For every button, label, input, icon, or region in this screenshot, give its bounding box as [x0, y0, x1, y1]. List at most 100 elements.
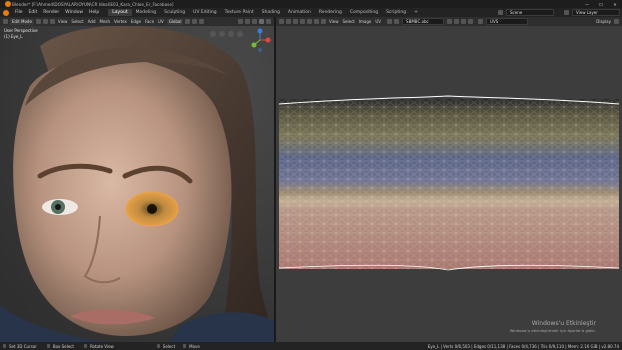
active-object-label: (1) Eye_L [4, 34, 23, 39]
view-layer-field[interactable]: View Layer [572, 9, 620, 16]
pivot-icon[interactable] [185, 19, 191, 24]
menu-window[interactable]: Window [62, 10, 86, 15]
activation-watermark-subtitle: Windows'u etkinleştirmek için Ayarlar'a … [509, 328, 596, 333]
blender-menu-icon[interactable] [3, 9, 9, 16]
perspective-label: User Perspective [4, 28, 38, 33]
window-title: Blender* [F:\Ahmed\DOSYALAR\OYUN\CR Idea… [12, 1, 174, 7]
menu-view-3d[interactable]: View [56, 19, 70, 24]
minimize-button[interactable]: — [580, 2, 594, 7]
3d-viewport[interactable]: User Perspective (1) Eye_L [0, 26, 274, 342]
shading-material-icon[interactable] [259, 19, 264, 24]
tab-texture-paint[interactable]: Texture Paint [221, 9, 258, 16]
maximize-button[interactable]: ☐ [594, 2, 608, 7]
camera-view-icon [210, 31, 216, 37]
uv-sync-icon[interactable] [286, 19, 291, 24]
activation-watermark-title: Windows'u Etkinleştir [531, 320, 596, 327]
uv-channels-icon[interactable] [614, 19, 619, 24]
uv-face-select-icon[interactable] [307, 19, 312, 24]
menu-select-3d[interactable]: Select [69, 19, 85, 24]
status-hint-move: Move [189, 343, 200, 349]
uv-menu-view[interactable]: View [327, 19, 341, 24]
shading-rendered-icon[interactable] [266, 19, 271, 24]
uv-edge-select-icon[interactable] [300, 19, 305, 24]
status-bar: Set 3D Cursor Box Select Rotate View Sel… [0, 342, 622, 350]
scene-icon [498, 10, 503, 15]
axis-x-icon [265, 37, 271, 43]
image-new-icon[interactable] [454, 19, 460, 24]
menu-help[interactable]: Help [86, 10, 102, 15]
uv-editor-type-icon[interactable] [279, 19, 284, 24]
overlay-icon[interactable] [238, 19, 243, 24]
uv-vertex-select-icon[interactable] [293, 19, 298, 24]
xray-icon[interactable] [245, 19, 250, 24]
view-layer-icon [564, 10, 569, 15]
tab-layout[interactable]: Layout [108, 9, 132, 16]
vertex-select-icon[interactable] [35, 19, 41, 24]
pan-icon [228, 31, 234, 37]
axis-y-icon [251, 42, 257, 48]
shading-solid-icon[interactable] [252, 19, 257, 24]
scene-selector-group: Scene View Layer [497, 8, 622, 17]
status-hint-cursor: Set 3D Cursor [9, 343, 37, 349]
uv-menu-select[interactable]: Select [341, 19, 357, 24]
uv-menu-uv[interactable]: UV [373, 19, 383, 24]
menu-uv-3d[interactable]: UV [156, 19, 166, 24]
mode-dropdown[interactable]: Edit Mode [10, 18, 34, 25]
image-selector[interactable]: SBMBC.abc [402, 18, 445, 25]
perspective-toggle-icon [237, 31, 243, 37]
face-render [0, 26, 274, 342]
status-hint-select: Select [162, 343, 176, 349]
menu-add-3d[interactable]: Add [86, 19, 98, 24]
axis-z-icon [257, 28, 263, 34]
navigation-gizmo[interactable] [210, 28, 274, 54]
uv-map-selector[interactable]: UVS [486, 18, 529, 25]
blender-logo-icon [5, 1, 11, 7]
scene-field[interactable]: Scene [506, 9, 554, 16]
tab-compositing[interactable]: Compositing [346, 9, 382, 16]
image-close-icon[interactable] [461, 19, 467, 24]
status-hint-rotate: Rotate View [89, 343, 114, 349]
uv-snap-icon[interactable] [394, 19, 400, 24]
close-button[interactable]: ✕ [608, 2, 622, 7]
mouse-left-icon [3, 344, 6, 348]
viewport-header: Edit Mode View Select Add Mesh Vertex Ed… [0, 17, 274, 26]
title-bar: Blender* [F:\Ahmed\DOSYALAR\OYUN\CR Idea… [0, 0, 622, 8]
mouse-move-icon [183, 344, 187, 348]
tab-uv-editing[interactable]: UV Editing [189, 9, 220, 16]
tab-shading[interactable]: Shading [258, 9, 284, 16]
status-hint-box-select: Box Select [52, 343, 74, 349]
proportional-edit-icon[interactable] [199, 19, 205, 24]
menu-mesh[interactable]: Mesh [98, 19, 113, 24]
uv-menu-image[interactable]: Image [357, 19, 374, 24]
uv-map-icon [478, 19, 484, 24]
edge-select-icon[interactable] [42, 19, 48, 24]
orientation-dropdown[interactable]: Global [166, 18, 184, 25]
uv-island-select-icon[interactable] [314, 19, 319, 24]
uv-editor-viewport[interactable]: Windows'u Etkinleştir Windows'u etkinleş… [276, 26, 622, 342]
uv-editor-header: View Select Image UV SBMBC.abc UVS Displ… [276, 17, 622, 26]
tab-rendering[interactable]: Rendering [315, 9, 346, 16]
tab-sculpting[interactable]: Sculpting [160, 9, 189, 16]
image-pin-icon[interactable] [468, 19, 474, 24]
editor-type-icon[interactable] [3, 19, 8, 24]
tab-scripting[interactable]: Scripting [382, 9, 410, 16]
uv-texture-canvas [276, 26, 622, 342]
menu-face[interactable]: Face [143, 19, 156, 24]
menu-edge[interactable]: Edge [129, 19, 143, 24]
mouse-middle-icon [46, 344, 50, 348]
menu-edit[interactable]: Edit [26, 10, 41, 15]
scene-statistics: Eye_L | Verts 0/6,503 | Edges 0/11,138 |… [427, 343, 619, 349]
menu-render[interactable]: Render [40, 10, 62, 15]
tab-modeling[interactable]: Modeling [132, 9, 160, 16]
menu-file[interactable]: File [12, 10, 26, 15]
display-dropdown[interactable]: Display [594, 19, 613, 24]
menu-vertex[interactable]: Vertex [112, 19, 129, 24]
image-browse-icon[interactable] [447, 19, 453, 24]
add-workspace-button[interactable]: + [410, 9, 422, 16]
uv-pivot-icon[interactable] [387, 19, 393, 24]
face-select-icon[interactable] [49, 19, 55, 24]
tab-animation[interactable]: Animation [284, 9, 315, 16]
uv-sticky-icon[interactable] [321, 19, 326, 24]
mouse-select-icon [156, 344, 160, 348]
snap-icon[interactable] [192, 19, 198, 24]
